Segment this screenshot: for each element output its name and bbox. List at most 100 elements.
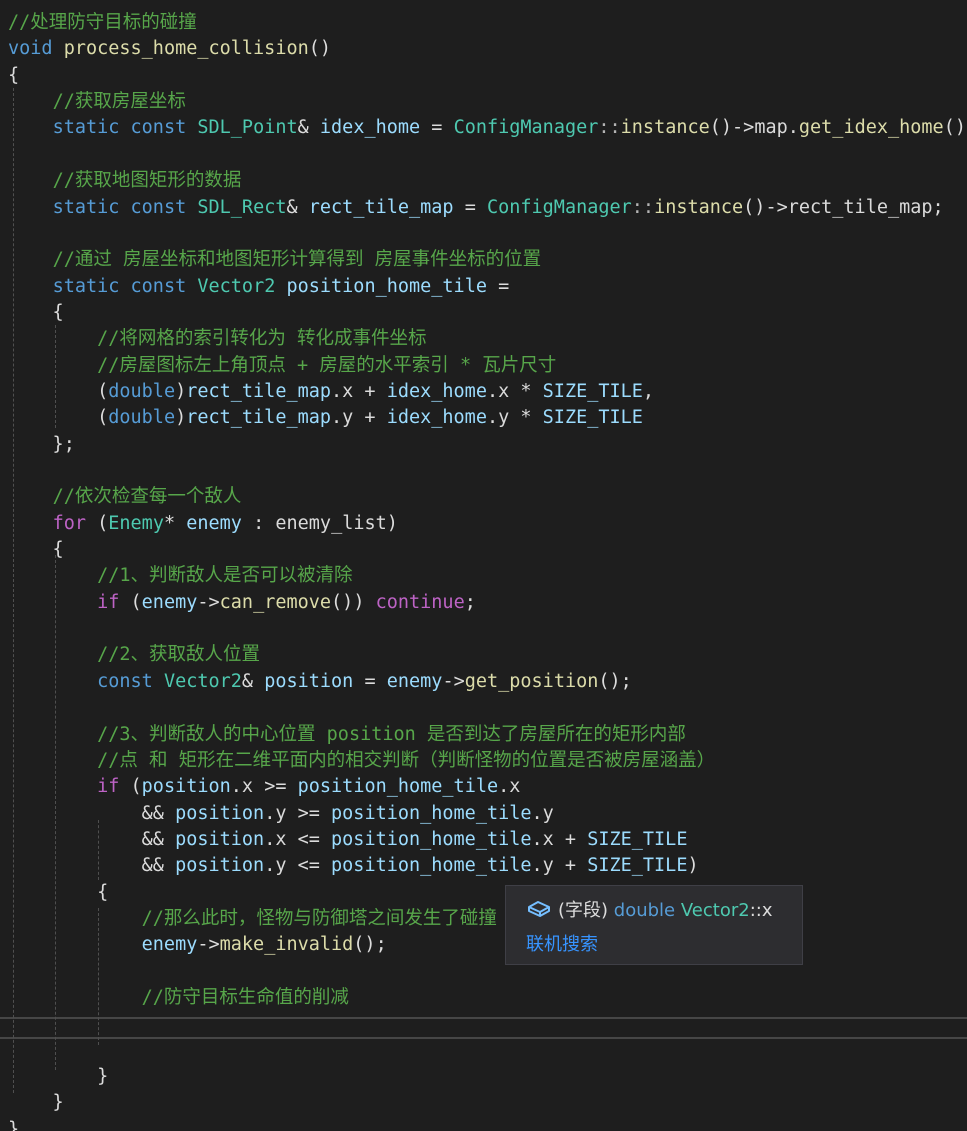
code-token: = bbox=[453, 196, 487, 218]
code-line[interactable]: //通过 房屋坐标和地图矩形计算得到 房屋事件坐标的位置 bbox=[8, 247, 542, 273]
code-token: Enemy bbox=[108, 512, 164, 534]
code-token: instance bbox=[654, 196, 744, 218]
code-token: + bbox=[353, 380, 387, 402]
code-token: , bbox=[642, 380, 655, 402]
code-token: y bbox=[542, 802, 554, 824]
code-token: x bbox=[498, 380, 510, 402]
code-token: position_home_tile bbox=[297, 776, 499, 798]
code-line[interactable]: //防守目标生命值的削减 bbox=[8, 985, 349, 1011]
code-line[interactable]: if (position.x >= position_home_tile.x bbox=[8, 774, 520, 800]
code-line[interactable]: void process_home_collision() bbox=[8, 36, 331, 62]
code-line[interactable]: && position.y <= position_home_tile.y + … bbox=[8, 853, 699, 879]
code-token: //2、获取敌人位置 bbox=[97, 644, 261, 666]
code-token: + bbox=[553, 828, 588, 850]
code-token: position_home_tile bbox=[331, 855, 532, 877]
code-editor[interactable]: //处理防守目标的碰撞 void process_home_collision()… bbox=[0, 0, 967, 1131]
code-line[interactable]: && position.x <= position_home_tile.x + … bbox=[8, 827, 688, 853]
code-token: }; bbox=[8, 433, 75, 455]
code-token: y bbox=[275, 855, 287, 877]
code-line[interactable]: //将网格的索引转化为 转化成事件坐标 bbox=[8, 326, 426, 352]
code-line[interactable]: { bbox=[8, 63, 19, 89]
code-line[interactable]: //1、判断敌人是否可以被清除 bbox=[8, 563, 352, 589]
code-token: enemy bbox=[141, 591, 198, 613]
tooltip-member: x bbox=[761, 900, 773, 921]
code-line[interactable]: for (Enemy* enemy : enemy_list) bbox=[8, 511, 398, 537]
code-token: ) bbox=[175, 380, 187, 402]
code-token: (); bbox=[353, 934, 387, 956]
code-line[interactable]: static const Vector2 position_home_tile … bbox=[8, 274, 510, 300]
code-line[interactable]: { bbox=[8, 300, 64, 326]
code-token: double bbox=[108, 380, 176, 402]
code-token: instance bbox=[620, 117, 710, 139]
code-token: SDL_Point bbox=[197, 117, 298, 139]
code-token: enemy bbox=[141, 934, 198, 956]
code-line[interactable]: static const SDL_Point& idex_home = Conf… bbox=[8, 115, 967, 141]
code-token: x bbox=[342, 380, 354, 402]
code-line[interactable]: //2、获取敌人位置 bbox=[8, 642, 260, 668]
code-token: SIZE_TILE bbox=[587, 828, 688, 850]
code-token: } bbox=[8, 1092, 64, 1114]
code-token: position bbox=[141, 776, 231, 798]
code-token: const bbox=[130, 117, 187, 139]
code-token: //3、判断敌人的中心位置 position 是否到达了房屋所在的矩形内部 bbox=[97, 723, 686, 745]
code-token: -> bbox=[197, 591, 220, 613]
code-line[interactable]: && position.y >= position_home_tile.y bbox=[8, 801, 554, 827]
code-token: position bbox=[175, 828, 265, 850]
code-token: //点 和 矩形在二维平面内的相交判断（判断怪物的位置是否被房屋涵盖） bbox=[97, 749, 716, 771]
code-line[interactable]: (double)rect_tile_map.y + idex_home.y * … bbox=[8, 405, 643, 431]
code-token: make_invalid bbox=[219, 934, 354, 956]
code-token: static bbox=[52, 196, 120, 218]
code-line[interactable]: //处理防守目标的碰撞 bbox=[8, 10, 197, 36]
code-line[interactable]: //那么此时，怪物与防御塔之间发生了碰撞 bbox=[8, 906, 497, 932]
code-line[interactable]: //3、判断敌人的中心位置 position 是否到达了房屋所在的矩形内部 bbox=[8, 722, 686, 748]
code-token: * bbox=[509, 380, 543, 402]
code-line[interactable]: //房屋图标左上角顶点 + 房屋的水平索引 * 瓦片尺寸 bbox=[8, 353, 556, 379]
code-line[interactable]: } bbox=[8, 1090, 64, 1116]
code-token: && bbox=[8, 855, 176, 877]
online-search-link[interactable]: 联机搜索 bbox=[526, 932, 598, 958]
code-token: //获取房屋坐标 bbox=[52, 91, 186, 113]
code-line[interactable]: }; bbox=[8, 432, 75, 458]
code-token: //处理防守目标的碰撞 bbox=[8, 12, 197, 33]
code-line[interactable]: //获取地图矩形的数据 bbox=[8, 168, 242, 194]
code-line[interactable]: (double)rect_tile_map.x + idex_home.x * … bbox=[8, 379, 654, 405]
tooltip-kind: (字段) bbox=[558, 900, 609, 921]
code-token: x bbox=[542, 828, 554, 850]
code-token: ConfigManager bbox=[453, 117, 599, 139]
code-token: enemy_list bbox=[275, 512, 387, 534]
code-token: : bbox=[241, 512, 276, 534]
code-token: + bbox=[553, 855, 588, 877]
code-line[interactable]: if (enemy->can_remove()) continue; bbox=[8, 590, 476, 616]
code-line[interactable]: } bbox=[8, 1117, 19, 1131]
code-token: = bbox=[420, 117, 454, 139]
code-token: ( bbox=[85, 512, 109, 534]
code-line[interactable]: //获取房屋坐标 bbox=[8, 89, 186, 115]
code-line[interactable]: //依次检查每一个敌人 bbox=[8, 484, 242, 510]
code-token: SIZE_TILE bbox=[542, 407, 643, 429]
code-line[interactable]: { bbox=[8, 537, 64, 563]
code-line[interactable]: const Vector2& position = enemy->get_pos… bbox=[8, 669, 632, 695]
current-line-highlight bbox=[0, 1017, 967, 1039]
code-token: () bbox=[308, 38, 332, 60]
code-token: :: bbox=[631, 196, 655, 218]
code-token: { bbox=[8, 301, 64, 323]
code-line[interactable]: } bbox=[8, 1064, 108, 1090]
code-token: . bbox=[486, 407, 499, 429]
code-token: ()) bbox=[331, 591, 376, 613]
code-token: :: bbox=[598, 117, 621, 139]
code-token: const bbox=[97, 670, 153, 692]
code-line[interactable]: enemy->make_invalid(); bbox=[8, 932, 387, 958]
code-line[interactable]: static const SDL_Rect& rect_tile_map = C… bbox=[8, 195, 944, 221]
code-token: ConfigManager bbox=[486, 196, 632, 218]
code-line[interactable]: //点 和 矩形在二维平面内的相交判断（判断怪物的位置是否被房屋涵盖） bbox=[8, 748, 715, 774]
code-token: //获取地图矩形的数据 bbox=[52, 170, 242, 192]
code-line[interactable]: { bbox=[8, 880, 108, 906]
